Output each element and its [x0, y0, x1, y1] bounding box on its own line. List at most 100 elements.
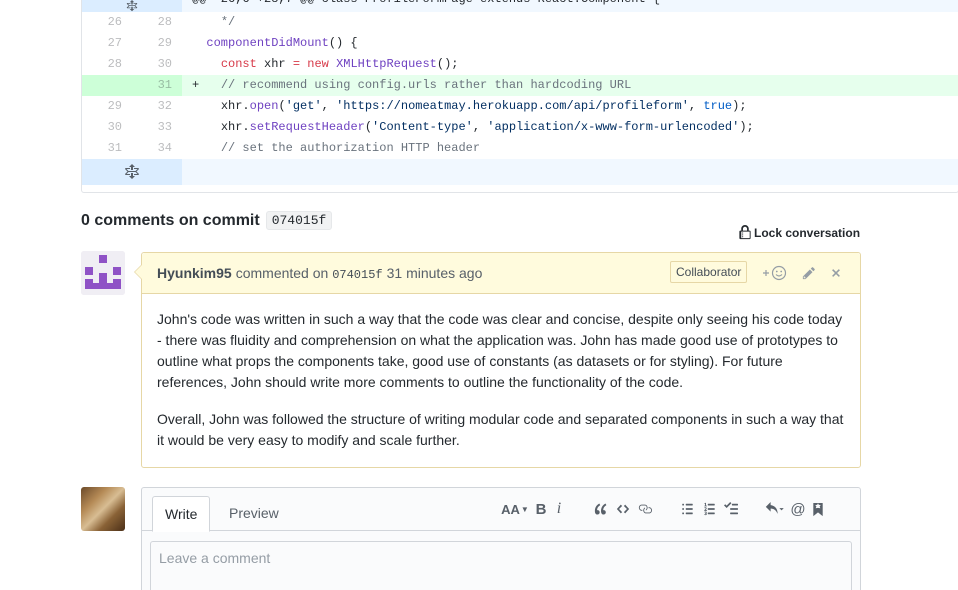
old-line-number[interactable]: 31 [82, 138, 132, 159]
code-token: setRequestHeader [249, 120, 365, 134]
code-token: xhr. [220, 99, 250, 113]
text-size-label: AA [501, 501, 520, 517]
code-line: + // recommend using config.urls rather … [182, 75, 958, 96]
diff-line: 31 34 // set the authorization HTTP heade… [82, 138, 958, 159]
markdown-toolbar: AA ▼ B i @ [500, 500, 828, 518]
code-token: new [307, 57, 329, 71]
diff-line: 28 30 const xhr = new XMLHttpRequest(); [82, 54, 958, 75]
comment-textarea[interactable] [150, 541, 852, 590]
code-token: 'Content-type' [372, 120, 473, 134]
close-icon [832, 269, 840, 277]
old-line-number[interactable]: 29 [82, 96, 132, 117]
code-token: ( [364, 120, 373, 134]
code-token: const [220, 57, 257, 71]
diff-line: 27 29 componentDidMount() { [82, 33, 958, 54]
diff-line-addition: 31 + // recommend using config.urls rath… [82, 75, 958, 96]
diff-line: 30 33 xhr.setRequestHeader('Content-type'… [82, 117, 958, 138]
diff-line: 26 28 */ [82, 12, 958, 33]
reply-icon[interactable] [762, 500, 788, 518]
comment-paragraph: John's code was written in such a way th… [157, 311, 843, 390]
new-line-number[interactable]: 32 [132, 96, 182, 117]
comment-body: John's code was written in such a way th… [142, 294, 860, 451]
comment-form-tabs: Write Preview AA ▼ B i @ [142, 488, 860, 532]
new-line-number[interactable]: 31 [132, 75, 182, 96]
hunk-header-row: @@ -26,6 +28,7 @@ class ProfileFormPage … [82, 0, 958, 12]
comment-paragraph: Overall, John was followed the structure… [157, 411, 844, 448]
code-token: , [688, 99, 704, 113]
comment-meta: commented on 074015f [236, 265, 383, 282]
comment-action: commented on [235, 264, 329, 281]
code-token: ); [739, 120, 754, 134]
mention-icon[interactable]: @ [788, 500, 808, 518]
task-list-icon[interactable] [720, 500, 742, 518]
code-icon[interactable] [612, 500, 634, 518]
code-token: */ [220, 15, 236, 29]
addition-marker: + [192, 78, 200, 92]
new-comment-form: Write Preview AA ▼ B i @ Leave a comment [141, 487, 861, 590]
comment-actions [762, 265, 856, 281]
new-line-number[interactable]: 30 [132, 54, 182, 75]
comment-timestamp[interactable]: 31 minutes ago [387, 265, 483, 281]
new-line-number[interactable]: 33 [132, 117, 182, 138]
italic-icon[interactable]: i [550, 500, 568, 518]
old-line-number[interactable]: 30 [82, 117, 132, 138]
code-token: ); [732, 99, 747, 113]
link-icon[interactable] [634, 500, 656, 518]
comment-commit-sha[interactable]: 074015f [332, 268, 382, 282]
expand-row [82, 159, 958, 185]
code-line: // set the authorization HTTP header [182, 138, 958, 159]
code-token: // set the authorization HTTP header [220, 141, 481, 155]
comment-author[interactable]: Hyunkim95 [157, 265, 232, 281]
comments-count-title: 0 comments on commit [81, 211, 260, 229]
new-line-number[interactable]: 29 [132, 33, 182, 54]
current-user-avatar[interactable] [81, 487, 125, 531]
delete-comment-button[interactable] [830, 267, 842, 279]
code-token: 'https://nomeatmay.herokuapp.com/api/pro… [336, 99, 689, 113]
code-token: componentDidMount [206, 36, 329, 50]
code-token: open [249, 99, 279, 113]
code-line: componentDidMount() { [182, 33, 958, 54]
old-line-number[interactable]: 28 [82, 54, 132, 75]
text-size-icon[interactable]: AA ▼ [500, 500, 530, 518]
code-token: xhr. [220, 120, 250, 134]
new-line-number[interactable]: 28 [132, 12, 182, 33]
identicon [81, 251, 125, 295]
diff-line: 29 32 xhr.open('get', 'https://nomeatmay.… [82, 96, 958, 117]
hunk-header-text: @@ -26,6 +28,7 @@ class ProfileFormPage … [182, 0, 958, 12]
avatar[interactable] [81, 251, 125, 295]
tab-write[interactable]: Write [152, 496, 211, 532]
tab-preview[interactable]: Preview [217, 496, 291, 532]
comment-header: Hyunkim95 commented on 074015f 31 minute… [142, 253, 860, 294]
new-line-number[interactable]: 34 [132, 138, 182, 159]
expand-row-fill [182, 159, 958, 185]
saved-reply-icon[interactable] [808, 500, 828, 518]
add-reaction-button[interactable] [762, 265, 788, 281]
code-line: xhr.setRequestHeader('Content-type', 'ap… [182, 117, 958, 138]
unfold-icon [125, 164, 139, 179]
expand-down-button[interactable] [82, 159, 182, 185]
code-token: 'application/x-www-form-urlencoded' [487, 120, 740, 134]
code-token: XMLHttpRequest [336, 57, 437, 71]
smiley-plus-icon [763, 265, 787, 281]
code-token: = [292, 57, 301, 71]
expand-up-button[interactable] [82, 0, 182, 12]
numbered-list-icon[interactable] [698, 500, 720, 518]
old-line-number[interactable]: 26 [82, 12, 132, 33]
unfold-icon [126, 0, 138, 11]
commit-sha-link[interactable]: 074015f [265, 211, 333, 230]
diff-view: @@ -26,6 +28,7 @@ class ProfileFormPage … [81, 0, 958, 193]
bold-icon[interactable]: B [532, 500, 550, 518]
lock-conversation-button[interactable]: Lock conversation [739, 225, 860, 240]
edit-comment-button[interactable] [802, 266, 816, 280]
code-token: true [703, 99, 733, 113]
old-line-number[interactable] [82, 75, 132, 96]
code-token: , [321, 99, 337, 113]
code-line: */ [182, 12, 958, 33]
old-line-number[interactable]: 27 [82, 33, 132, 54]
code-token: ( [278, 99, 286, 113]
pencil-icon [802, 267, 815, 280]
commit-comment: Hyunkim95 commented on 074015f 31 minute… [134, 252, 861, 468]
bulleted-list-icon[interactable] [676, 500, 698, 518]
code-token: (); [436, 57, 459, 71]
quote-icon[interactable] [590, 500, 612, 518]
